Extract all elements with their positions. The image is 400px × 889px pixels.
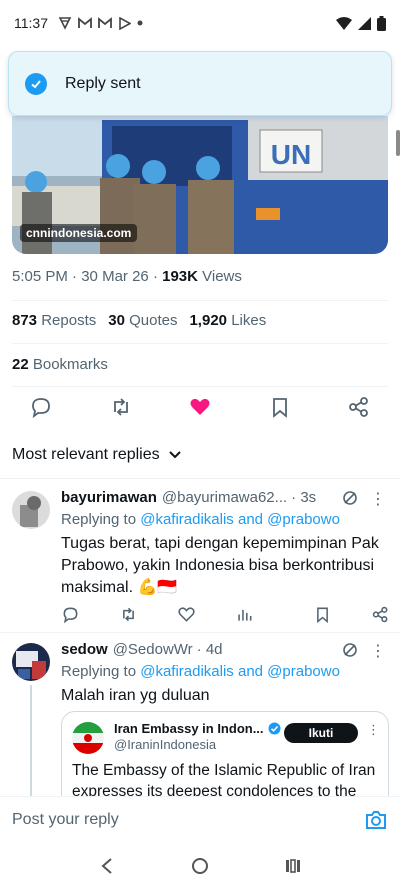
avatar[interactable] bbox=[12, 491, 50, 529]
repost-icon[interactable] bbox=[110, 396, 132, 418]
meta-sep: · bbox=[152, 268, 158, 285]
quoted-avatar bbox=[72, 722, 104, 754]
tweet-meta: 5:05 PM · 30 Mar 26 · 193K Views bbox=[12, 268, 242, 285]
toast-message: Reply sent bbox=[65, 74, 141, 92]
follow-button[interactable]: Ikuti bbox=[284, 723, 358, 743]
bookmarks-stat[interactable]: 22 Bookmarks bbox=[12, 356, 108, 373]
reposts-label: Reposts bbox=[41, 312, 97, 329]
status-bar: 11:37 bbox=[0, 0, 400, 46]
reply-time: · 4d bbox=[196, 641, 223, 658]
reply-input[interactable]: Post your reply bbox=[12, 811, 364, 829]
views-count: 193K bbox=[162, 268, 198, 285]
replying-prefix: Replying to bbox=[61, 663, 137, 680]
gmail-icon bbox=[98, 17, 112, 28]
replying-to: Replying to @kafiradikalis and @prabowo bbox=[61, 663, 340, 680]
bookmark-icon[interactable] bbox=[313, 605, 331, 623]
like-heart-icon[interactable] bbox=[189, 396, 211, 418]
divider bbox=[12, 300, 388, 301]
tweet-media-image[interactable]: UN cnnindonesia.com bbox=[12, 116, 388, 254]
reply-composer[interactable]: Post your reply bbox=[0, 796, 400, 843]
un-sign: UN bbox=[271, 139, 311, 170]
sort-label: Most relevant replies bbox=[12, 446, 160, 463]
reply-text: Tugas berat, tapi dengan kepemimpinan Pa… bbox=[61, 535, 379, 596]
verified-badge-icon bbox=[268, 722, 281, 735]
status-time: 11:37 bbox=[14, 15, 48, 31]
reply-author-handle: @SedowWr bbox=[112, 641, 193, 658]
chevron-down-icon bbox=[168, 451, 181, 459]
reply-author-name[interactable]: bayurimawan bbox=[61, 489, 157, 506]
bookmark-icon[interactable] bbox=[269, 396, 291, 418]
reply-header: sedow @SedowWr · 4d bbox=[61, 641, 223, 658]
reply-author-name[interactable]: sedow bbox=[61, 641, 108, 658]
replies-sort-dropdown[interactable]: Most relevant replies bbox=[12, 446, 182, 464]
views-icon[interactable] bbox=[235, 605, 253, 623]
quoted-author-name: Iran Embassy in Indon... bbox=[114, 721, 264, 736]
reposts-count: 873 bbox=[12, 312, 38, 329]
divider bbox=[12, 343, 388, 344]
vpn-icon bbox=[58, 17, 72, 30]
reply-text: Malah iran yg duluan bbox=[61, 687, 210, 704]
replying-to-link[interactable]: @kafiradikalis and @prabowo bbox=[140, 663, 340, 680]
repost-icon[interactable] bbox=[119, 605, 137, 623]
gmail-icon bbox=[78, 17, 92, 28]
avatar[interactable] bbox=[12, 643, 50, 681]
reply-icon[interactable] bbox=[61, 605, 79, 623]
replying-to: Replying to @kafiradikalis and @prabowo bbox=[61, 511, 340, 528]
recents-icon[interactable] bbox=[281, 854, 305, 878]
quoted-author-handle: @IraninIndonesia bbox=[114, 737, 217, 752]
reply-time: · 3s bbox=[291, 489, 317, 506]
home-icon[interactable] bbox=[188, 854, 212, 878]
likes-count: 1,920 bbox=[189, 312, 228, 329]
thread-line bbox=[30, 685, 32, 797]
share-icon[interactable] bbox=[348, 396, 370, 418]
bookmarks-count: 22 bbox=[12, 356, 29, 373]
quoted-author: Iran Embassy in Indon... bbox=[114, 721, 281, 736]
like-icon[interactable] bbox=[177, 605, 195, 623]
divider bbox=[12, 386, 388, 387]
bookmarks-label: Bookmarks bbox=[32, 356, 108, 373]
battery-icon bbox=[377, 15, 386, 31]
tweet-date: 30 Mar 26 bbox=[81, 268, 149, 285]
wifi-icon bbox=[336, 16, 352, 30]
replying-to-link[interactable]: @kafiradikalis and @prabowo bbox=[140, 511, 340, 528]
likes-stat[interactable]: 1,920 Likes bbox=[189, 312, 266, 329]
scrollbar[interactable] bbox=[396, 130, 400, 156]
replying-prefix: Replying to bbox=[61, 511, 137, 528]
signal-icon bbox=[358, 16, 371, 30]
tweet-time: 5:05 PM bbox=[12, 268, 68, 285]
reply-sent-toast: Reply sent bbox=[8, 51, 392, 116]
check-circle-icon bbox=[25, 72, 47, 95]
more-options-icon[interactable]: ⋮ bbox=[370, 641, 386, 661]
more-options-icon[interactable]: ⋮ bbox=[370, 489, 386, 509]
quotes-stat[interactable]: 30 Quotes bbox=[108, 312, 177, 329]
reply-item[interactable]: bayurimawan @bayurimawa62... · 3s ⋮ Repl… bbox=[0, 478, 400, 632]
media-source-label: cnnindonesia.com bbox=[20, 224, 138, 242]
grok-icon[interactable] bbox=[342, 490, 358, 511]
quotes-count: 30 bbox=[108, 312, 125, 329]
play-icon bbox=[119, 16, 131, 30]
share-icon[interactable] bbox=[371, 605, 389, 623]
tweet-action-bar bbox=[0, 396, 400, 424]
system-icons bbox=[336, 15, 386, 31]
notification-icons bbox=[58, 16, 143, 30]
tweet-stats: 873 Reposts 30 Quotes 1,920 Likes bbox=[12, 312, 266, 329]
more-options-icon[interactable]: ⋮ bbox=[367, 722, 380, 738]
camera-icon[interactable] bbox=[364, 808, 388, 832]
reply-author-handle: @bayurimawa62... bbox=[161, 489, 288, 506]
reposts-stat[interactable]: 873 Reposts bbox=[12, 312, 96, 329]
dot-icon bbox=[137, 20, 143, 26]
reply-action-bar bbox=[61, 605, 389, 623]
reply-header: bayurimawan @bayurimawa62... · 3s bbox=[61, 489, 316, 506]
meta-sep: · bbox=[72, 268, 78, 285]
reply-icon[interactable] bbox=[30, 396, 52, 418]
system-navigation-bar bbox=[0, 843, 400, 889]
views-label: Views bbox=[202, 268, 242, 285]
likes-label: Likes bbox=[231, 312, 267, 329]
grok-icon[interactable] bbox=[342, 642, 358, 663]
quotes-label: Quotes bbox=[129, 312, 178, 329]
back-icon[interactable] bbox=[95, 854, 119, 878]
